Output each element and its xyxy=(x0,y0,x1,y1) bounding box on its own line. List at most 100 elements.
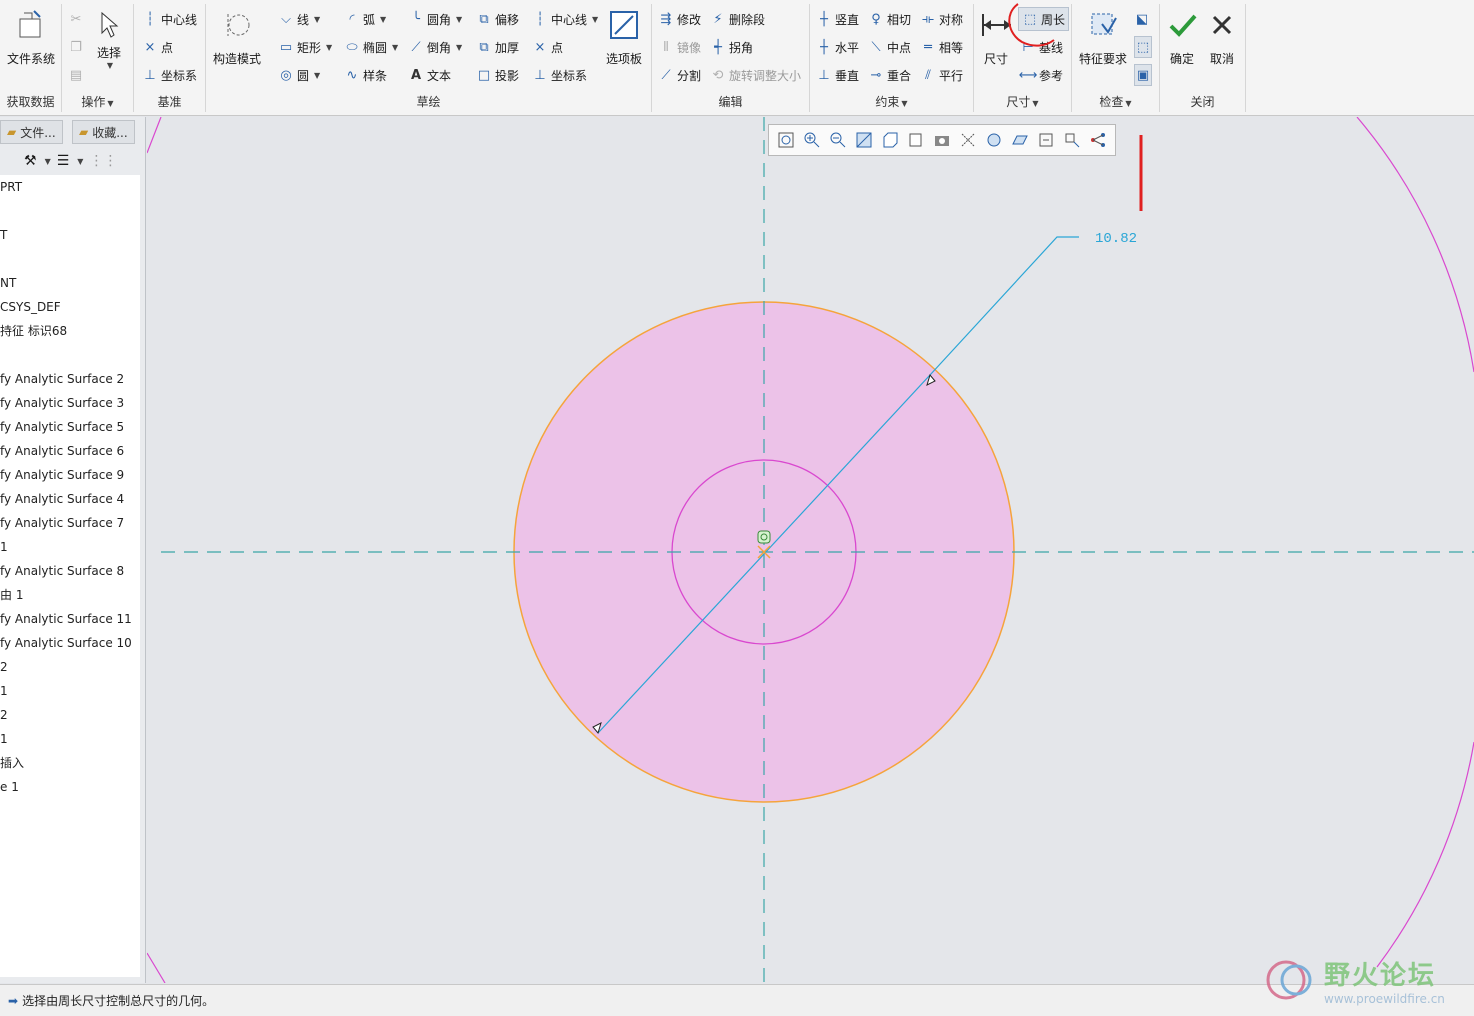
graphics-toolbar xyxy=(768,124,1116,156)
coincident-constraint-icon[interactable] xyxy=(757,530,771,544)
sketcher-display-icon[interactable] xyxy=(1035,129,1057,151)
vertex-display-icon[interactable] xyxy=(1087,129,1109,151)
tree-settings-icon[interactable]: ⚒ xyxy=(24,153,37,169)
tree-item[interactable]: NT xyxy=(0,273,16,293)
tree-item[interactable]: 由 1 xyxy=(0,585,23,605)
group-label-inspect[interactable]: 检查 ▼ xyxy=(1072,93,1159,110)
highlight-open-ends-button[interactable]: ⬕ xyxy=(1134,8,1150,30)
text-button[interactable]: A 文本 xyxy=(408,64,451,86)
arc-button[interactable]: ◜ 弧 ▼ xyxy=(344,8,386,30)
construction-mode-button[interactable]: 构造模式 xyxy=(206,8,268,67)
spline-button[interactable]: ∿ 样条 xyxy=(344,64,387,86)
tree-show-icon[interactable]: ☰ xyxy=(57,153,70,169)
datum-csys-button[interactable]: ⊥ 坐标系 xyxy=(142,64,197,86)
shade-closed-loops-button[interactable]: ▣ xyxy=(1134,64,1152,86)
checkmark-icon xyxy=(1165,8,1199,42)
corner-button[interactable]: ┽ 拐角 xyxy=(710,36,753,58)
datum-display-icon[interactable] xyxy=(957,129,979,151)
group-label-dimension[interactable]: 尺寸 ▼ xyxy=(974,93,1071,110)
tangent-constraint-button[interactable]: ♀ 相切 xyxy=(868,8,911,30)
tree-item[interactable]: fy Analytic Surface 4 xyxy=(0,489,124,509)
zoom-in-icon[interactable] xyxy=(801,129,823,151)
fillet-button[interactable]: ╰ 圆角 ▼ xyxy=(408,8,462,30)
midpoint-constraint-button[interactable]: ⟍ 中点 xyxy=(868,36,911,58)
dimension-value[interactable]: 10.82 xyxy=(1095,231,1137,247)
datum-centerline-button[interactable]: ┆ 中心线 xyxy=(142,8,197,30)
vertical-constraint-button[interactable]: ┼ 竖直 xyxy=(816,8,859,30)
tab-favorites[interactable]: ▰ 收藏... xyxy=(72,120,135,144)
constraint-display-icon[interactable] xyxy=(1061,129,1083,151)
display-style-icon[interactable] xyxy=(879,129,901,151)
palette-button[interactable]: 选项板 xyxy=(596,8,652,67)
sketch-point-button[interactable]: × 点 xyxy=(532,36,563,58)
sketch-canvas[interactable]: 10.82 xyxy=(147,117,1474,983)
tree-item[interactable]: 2 xyxy=(0,705,8,725)
offset-button[interactable]: ⧉ 偏移 xyxy=(476,8,519,30)
ok-button[interactable]: 确定 xyxy=(1160,8,1204,67)
thicken-button[interactable]: ⧉ 加厚 xyxy=(476,36,519,58)
tree-item[interactable]: fy Analytic Surface 8 xyxy=(0,561,124,581)
equal-constraint-button[interactable]: ═ 相等 xyxy=(920,36,963,58)
zoom-out-icon[interactable] xyxy=(827,129,849,151)
sketch-csys-button[interactable]: ⊥ 坐标系 xyxy=(532,64,587,86)
select-button[interactable]: 选择 ▼ xyxy=(82,8,136,70)
select-label: 选择 xyxy=(96,46,121,60)
tree-item[interactable]: fy Analytic Surface 10 xyxy=(0,633,132,653)
group-label-constrain[interactable]: 约束 ▼ xyxy=(810,93,973,110)
tree-item[interactable]: fy Analytic Surface 6 xyxy=(0,441,124,461)
tree-item[interactable]: fy Analytic Surface 9 xyxy=(0,465,124,485)
symmetric-constraint-button[interactable]: ⟛ 对称 xyxy=(920,8,963,30)
tree-item[interactable]: 2 xyxy=(0,657,8,677)
divide-button[interactable]: ⟋ 分割 xyxy=(658,64,701,86)
group-operations: ✂ ❐ ▤ 选择 ▼ 操作 ▼ xyxy=(62,4,134,112)
sketch-centerline-button[interactable]: ┆ 中心线 ▼ xyxy=(532,8,598,30)
tree-item[interactable]: CSYS_DEF xyxy=(0,297,61,317)
chamfer-button[interactable]: ⟋ 倒角 ▼ xyxy=(408,36,462,58)
ellipse-button[interactable]: ⬭ 椭圆 ▼ xyxy=(344,36,398,58)
tree-item[interactable]: fy Analytic Surface 7 xyxy=(0,513,124,533)
circle-button[interactable]: ◎ 圆 ▼ xyxy=(278,64,320,86)
tree-item[interactable]: fy Analytic Surface 11 xyxy=(0,609,132,629)
parallel-constraint-button[interactable]: ⫽ 平行 xyxy=(920,64,963,86)
tree-item[interactable]: PRT xyxy=(0,177,22,197)
perpendicular-constraint-button[interactable]: ⊥ 垂直 xyxy=(816,64,859,86)
horizontal-constraint-button[interactable]: ┼ 水平 xyxy=(816,36,859,58)
refit-icon[interactable] xyxy=(775,129,797,151)
view-manager-icon[interactable] xyxy=(931,129,953,151)
tree-item[interactable]: e 1 xyxy=(0,777,19,797)
chevron-down-icon: ▼ xyxy=(106,61,114,70)
tree-item[interactable]: 持征 标识68 xyxy=(0,321,67,341)
modify-button[interactable]: ⇶ 修改 xyxy=(658,8,701,30)
status-bar: ➡ 选择由周长尺寸控制总尺寸的几何。 xyxy=(0,984,1474,1016)
sketch-graphics[interactable]: 10.82 xyxy=(147,117,1474,983)
tree-item[interactable]: 1 xyxy=(0,681,8,701)
file-system-button[interactable]: 文件系统 xyxy=(1,8,61,67)
tree-item[interactable]: fy Analytic Surface 2 xyxy=(0,369,124,389)
rotate-resize-button[interactable]: ⟲ 旋转调整大小 xyxy=(710,64,801,86)
group-label-operations[interactable]: 操作 ▼ xyxy=(62,93,133,110)
rectangle-button[interactable]: ▭ 矩形 ▼ xyxy=(278,36,332,58)
spin-center-icon[interactable] xyxy=(983,129,1005,151)
repaint-icon[interactable] xyxy=(853,129,875,151)
delete-segment-button[interactable]: ⚡ 删除段 xyxy=(710,8,765,30)
tree-item[interactable]: 插入 xyxy=(0,753,24,773)
tree-item[interactable]: T xyxy=(0,225,7,245)
line-button[interactable]: ⌵ 线 ▼ xyxy=(278,8,320,30)
feature-requirements-button[interactable]: 特征要求 xyxy=(1072,8,1134,67)
tree-filter-icon[interactable]: ⋮⋮ xyxy=(89,153,117,169)
project-button[interactable]: □ 投影 xyxy=(476,64,519,86)
mirror-button[interactable]: ⫴ 镜像 xyxy=(658,36,701,58)
saved-orientations-icon[interactable] xyxy=(905,129,927,151)
overlap-geometry-button[interactable]: ⬚ xyxy=(1134,36,1152,58)
reference-button[interactable]: ⟷ 参考 xyxy=(1019,64,1063,86)
coincident-constraint-button[interactable]: ⊸ 重合 xyxy=(868,64,911,86)
sketch-view-icon[interactable] xyxy=(1009,129,1031,151)
tree-item[interactable]: 1 xyxy=(0,537,8,557)
perpendicular-icon: ⊥ xyxy=(818,67,830,83)
tab-file-browser[interactable]: ▰ 文件... xyxy=(0,120,63,144)
tree-item[interactable]: fy Analytic Surface 3 xyxy=(0,393,124,413)
datum-point-button[interactable]: × 点 xyxy=(142,36,173,58)
tree-item[interactable]: 1 xyxy=(0,729,8,749)
cancel-button[interactable]: 取消 xyxy=(1200,8,1244,67)
tree-item[interactable]: fy Analytic Surface 5 xyxy=(0,417,124,437)
